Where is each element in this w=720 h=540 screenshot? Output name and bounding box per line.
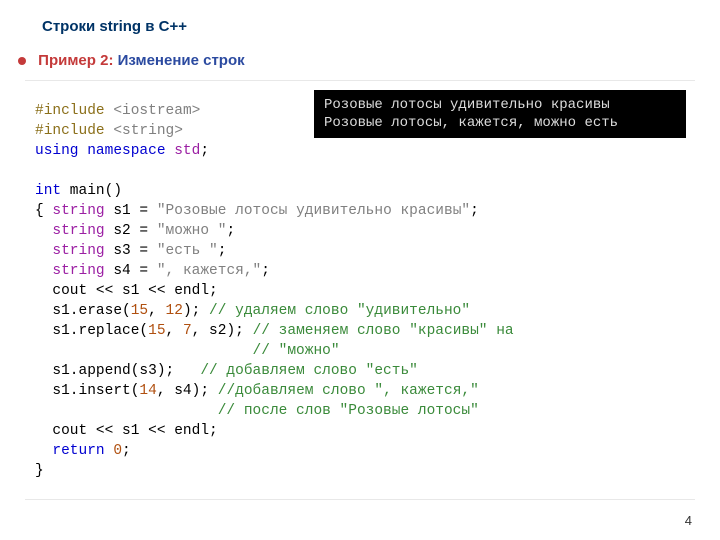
comment: // "можно" xyxy=(253,343,340,359)
output-line: Розовые лотосы удивительно красивы xyxy=(324,97,610,113)
s1-decl: s1 = xyxy=(105,203,157,219)
include-target: <iostream> xyxy=(105,103,201,119)
replace-call: s1.replace( xyxy=(35,323,148,339)
num: 15 xyxy=(148,323,165,339)
preproc: #include xyxy=(35,123,105,139)
num: 14 xyxy=(139,383,156,399)
s4-decl: s4 = xyxy=(105,263,157,279)
lbrace: { xyxy=(35,203,52,219)
insert-end: , s4); xyxy=(157,383,218,399)
example-label: Пример 2: xyxy=(38,52,113,69)
example-subtitle: Изменение строк xyxy=(118,52,245,69)
preproc: #include xyxy=(35,103,105,119)
comment: // после слов "Розовые лотосы" xyxy=(218,403,479,419)
semi: ; xyxy=(226,223,235,239)
example-header: Пример 2: Изменение строк xyxy=(18,52,245,69)
replace-end: , s2); xyxy=(192,323,253,339)
s1-val: "Розовые лотосы удивительно красивы" xyxy=(157,203,470,219)
kw-int: int xyxy=(35,183,61,199)
slide-title: Строки string в С++ xyxy=(42,18,187,35)
rbrace: } xyxy=(35,463,44,479)
comment: //добавляем слово ", кажется," xyxy=(218,383,479,399)
comma: , xyxy=(148,303,165,319)
kw-return: return xyxy=(52,443,104,459)
s3-decl: s3 = xyxy=(105,243,157,259)
comment: // добавляем слово "есть" xyxy=(200,363,418,379)
insert-call: s1.insert( xyxy=(35,383,139,399)
page-number: 4 xyxy=(685,513,692,528)
program-output: Розовые лотосы удивительно красивы Розов… xyxy=(314,90,686,138)
cout1: cout << s1 << endl; xyxy=(35,283,218,299)
semi: ; xyxy=(200,143,209,159)
append-call: s1.append(s3); xyxy=(35,363,200,379)
kw-using: using xyxy=(35,143,79,159)
main-sig: main() xyxy=(61,183,122,199)
include-target: <string> xyxy=(105,123,183,139)
num: 7 xyxy=(183,323,192,339)
num: 15 xyxy=(131,303,148,319)
semi: ; xyxy=(470,203,479,219)
output-line: Розовые лотосы, кажется, можно есть xyxy=(324,115,618,131)
semi: ; xyxy=(218,243,227,259)
s2-val: "можно " xyxy=(157,223,227,239)
semi: ; xyxy=(261,263,270,279)
erase-call: s1.erase( xyxy=(35,303,131,319)
comment: // удаляем слово "удивительно" xyxy=(209,303,470,319)
comment: // заменяем слово "красивы" на xyxy=(253,323,514,339)
num: 0 xyxy=(113,443,122,459)
num: 12 xyxy=(166,303,183,319)
type-string: string xyxy=(52,243,104,259)
s3-val: "есть " xyxy=(157,243,218,259)
semi: ; xyxy=(122,443,131,459)
type-string: string xyxy=(52,203,104,219)
kw-namespace: namespace xyxy=(79,143,166,159)
ns-std: std xyxy=(166,143,201,159)
s2-decl: s2 = xyxy=(105,223,157,239)
type-string: string xyxy=(52,223,104,239)
erase-end: ); xyxy=(183,303,209,319)
s4-val: ", кажется," xyxy=(157,263,261,279)
comma: , xyxy=(166,323,183,339)
code-block: #include <iostream> #include <string> us… xyxy=(25,80,695,500)
type-string: string xyxy=(52,263,104,279)
bullet-icon xyxy=(18,57,26,65)
cout2: cout << s1 << endl; xyxy=(35,423,218,439)
